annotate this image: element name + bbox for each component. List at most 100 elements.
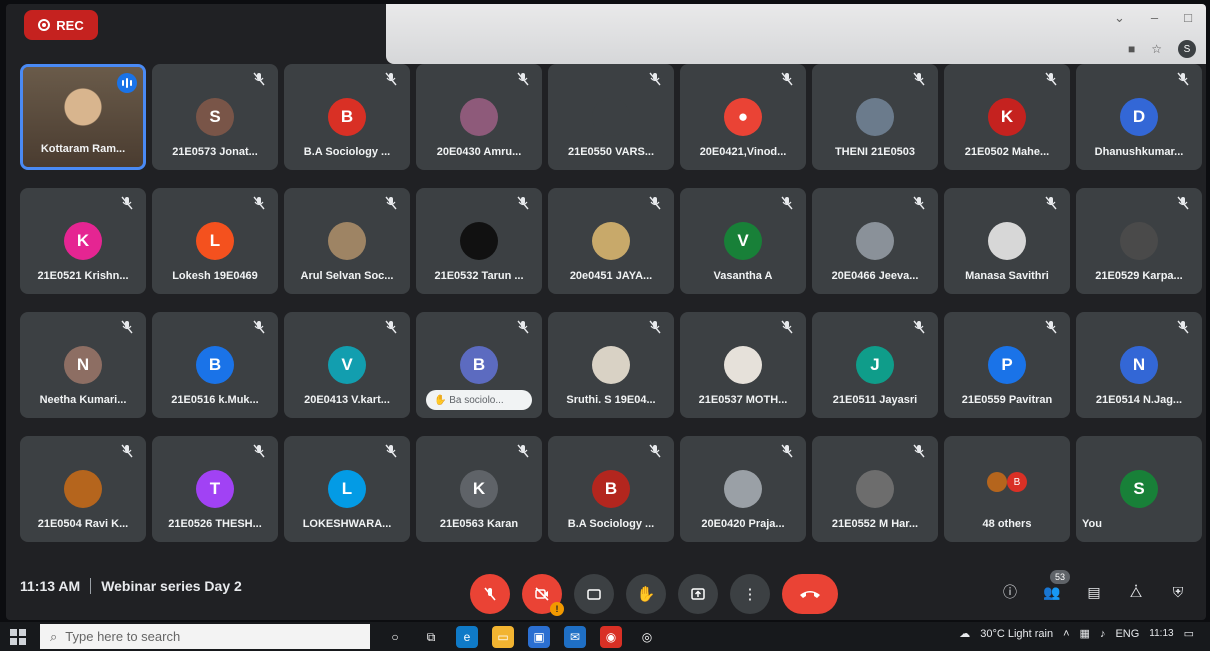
person-icon: ●	[724, 98, 762, 136]
participant-tile[interactable]: 21E0504 Ravi K...	[20, 436, 146, 542]
participant-name: 21E0573 Jonat...	[172, 146, 258, 158]
participant-tile[interactable]: V 20E0413 V.kart...	[284, 312, 410, 418]
participant-tile[interactable]: Manasa Savithri	[944, 188, 1070, 294]
chevron-up-icon[interactable]: ˄	[1063, 628, 1069, 640]
people-button[interactable]: 👥 53	[1042, 570, 1070, 602]
activities-button[interactable]: ⧊	[1126, 582, 1146, 602]
language-indicator[interactable]: ENG	[1115, 628, 1139, 640]
participant-tile[interactable]: D Dhanushkumar...	[1076, 64, 1202, 170]
people-icon: 👥	[1043, 583, 1061, 600]
participant-tile[interactable]: 21E0537 MOTH...	[680, 312, 806, 418]
cortana-icon[interactable]: ○	[384, 626, 406, 648]
meeting-details-button[interactable]: ⓘ	[1000, 582, 1020, 602]
mic-off-icon	[912, 196, 926, 210]
weather-text[interactable]: 30°C Light rain	[980, 628, 1053, 640]
camera-toggle-button[interactable]: !	[522, 574, 564, 616]
avatar	[460, 222, 498, 260]
camera-icon[interactable]: ■	[1128, 42, 1135, 56]
avatar: T	[196, 470, 234, 508]
participant-tile[interactable]: K 21E0502 Mahe...	[944, 64, 1070, 170]
avatar	[592, 346, 630, 384]
media-icon[interactable]: ◎	[636, 626, 658, 648]
mic-off-icon	[648, 196, 662, 210]
profile-avatar[interactable]: S	[1178, 40, 1196, 58]
participant-tile[interactable]: V Vasantha A	[680, 188, 806, 294]
participant-tile[interactable]: 21E0552 M Har...	[812, 436, 938, 542]
mic-off-icon	[912, 320, 926, 334]
participant-tile[interactable]: THENI 21E0503	[812, 64, 938, 170]
participant-tile[interactable]: ● 20E0421,Vinod...	[680, 64, 806, 170]
windows-start-icon[interactable]	[10, 629, 26, 645]
taskbar-search[interactable]: ⌕ Type here to search	[40, 624, 370, 649]
mic-off-icon	[912, 444, 926, 458]
participant-name: 21E0532 Tarun ...	[434, 270, 524, 282]
participant-tile[interactable]: J 21E0511 Jayasri	[812, 312, 938, 418]
network-icon[interactable]: ▦	[1080, 627, 1090, 640]
participant-tile[interactable]: 20E0420 Praja...	[680, 436, 806, 542]
participant-tile[interactable]: S You	[1076, 436, 1202, 542]
participant-tile[interactable]: 21E0550 VARS...	[548, 64, 674, 170]
present-button[interactable]	[678, 574, 718, 614]
participant-tile[interactable]: Arul Selvan Soc...	[284, 188, 410, 294]
participant-tile[interactable]: B ✋ Ba sociolo...	[416, 312, 542, 418]
participant-tile[interactable]: S 21E0573 Jonat...	[152, 64, 278, 170]
record-icon	[38, 19, 51, 31]
more-options-button[interactable]: ⋮	[730, 574, 770, 614]
participant-tile[interactable]: N Neetha Kumari...	[20, 312, 146, 418]
participant-tile[interactable]: Sruthi. S 19E04...	[548, 312, 674, 418]
participant-tile[interactable]: P 21E0559 Pavitran	[944, 312, 1070, 418]
maximize-button[interactable]: □	[1184, 10, 1192, 26]
participant-tile[interactable]: 20E0430 Amru...	[416, 64, 542, 170]
participant-tile[interactable]: L Lokesh 19E0469	[152, 188, 278, 294]
participant-name: 48 others	[982, 518, 1032, 530]
participant-tile[interactable]: 21E0529 Karpa...	[1076, 188, 1202, 294]
raise-hand-button[interactable]: ✋	[626, 574, 666, 614]
chevron-down-icon[interactable]: ⌄	[1114, 10, 1125, 26]
store-icon[interactable]: ▣	[528, 626, 550, 648]
closed-captions-icon	[587, 589, 601, 600]
mic-off-icon	[120, 196, 134, 210]
participant-tile[interactable]: 21E0532 Tarun ...	[416, 188, 542, 294]
taskbar-search-placeholder: Type here to search	[65, 629, 181, 644]
participant-tile[interactable]: N 21E0514 N.Jag...	[1076, 312, 1202, 418]
avatar: L	[196, 222, 234, 260]
file-explorer-icon[interactable]: ▭	[492, 626, 514, 648]
host-controls-button[interactable]: ⛨	[1168, 582, 1188, 602]
captions-button[interactable]	[574, 574, 614, 614]
participant-tile[interactable]: B 21E0516 k.Muk...	[152, 312, 278, 418]
participant-name: B.A Sociology ...	[303, 146, 391, 158]
participant-tile[interactable]: B 48 others	[944, 436, 1070, 542]
avatar	[592, 222, 630, 260]
leave-call-button[interactable]	[782, 574, 838, 614]
microphone-toggle-button[interactable]	[470, 574, 510, 614]
notifications-icon[interactable]: ▭	[1184, 627, 1194, 640]
participant-tile[interactable]: L LOKESHWARA...	[284, 436, 410, 542]
avatar: N	[64, 346, 102, 384]
bookmark-star-icon[interactable]: ☆	[1151, 42, 1162, 56]
edge-icon[interactable]: e	[456, 626, 478, 648]
participant-name: 21E0502 Mahe...	[964, 146, 1050, 158]
taskbar-clock[interactable]: 11:13	[1149, 628, 1173, 639]
minimize-button[interactable]: –	[1151, 10, 1158, 26]
participant-tile[interactable]: K 21E0521 Krishn...	[20, 188, 146, 294]
participant-tile[interactable]: B B.A Sociology ...	[284, 64, 410, 170]
participant-tile[interactable]: B B.A Sociology ...	[548, 436, 674, 542]
avatar	[856, 98, 894, 136]
mic-off-icon	[384, 196, 398, 210]
mic-off-icon	[648, 444, 662, 458]
task-view-icon[interactable]: ⧉	[420, 626, 442, 648]
system-tray: ☁ 30°C Light rain ˄ ▦ ♪ ENG 11:13 ▭	[959, 627, 1194, 641]
chrome-icon[interactable]: ◉	[600, 626, 622, 648]
participant-name: 21E0521 Krishn...	[37, 270, 129, 282]
participant-name: 21E0529 Karpa...	[1095, 270, 1183, 282]
volume-icon[interactable]: ♪	[1100, 628, 1106, 640]
participant-name: 21E0514 N.Jag...	[1095, 394, 1183, 406]
participant-tile[interactable]: 20E0466 Jeeva...	[812, 188, 938, 294]
mic-off-icon	[252, 444, 266, 458]
participant-tile[interactable]: K 21E0563 Karan	[416, 436, 542, 542]
participant-tile[interactable]: Kottaram Ram...	[20, 64, 146, 170]
chat-button[interactable]: ▤	[1084, 582, 1104, 602]
participant-tile[interactable]: T 21E0526 THESH...	[152, 436, 278, 542]
mail-icon[interactable]: ✉	[564, 626, 586, 648]
participant-tile[interactable]: 20e0451 JAYA...	[548, 188, 674, 294]
